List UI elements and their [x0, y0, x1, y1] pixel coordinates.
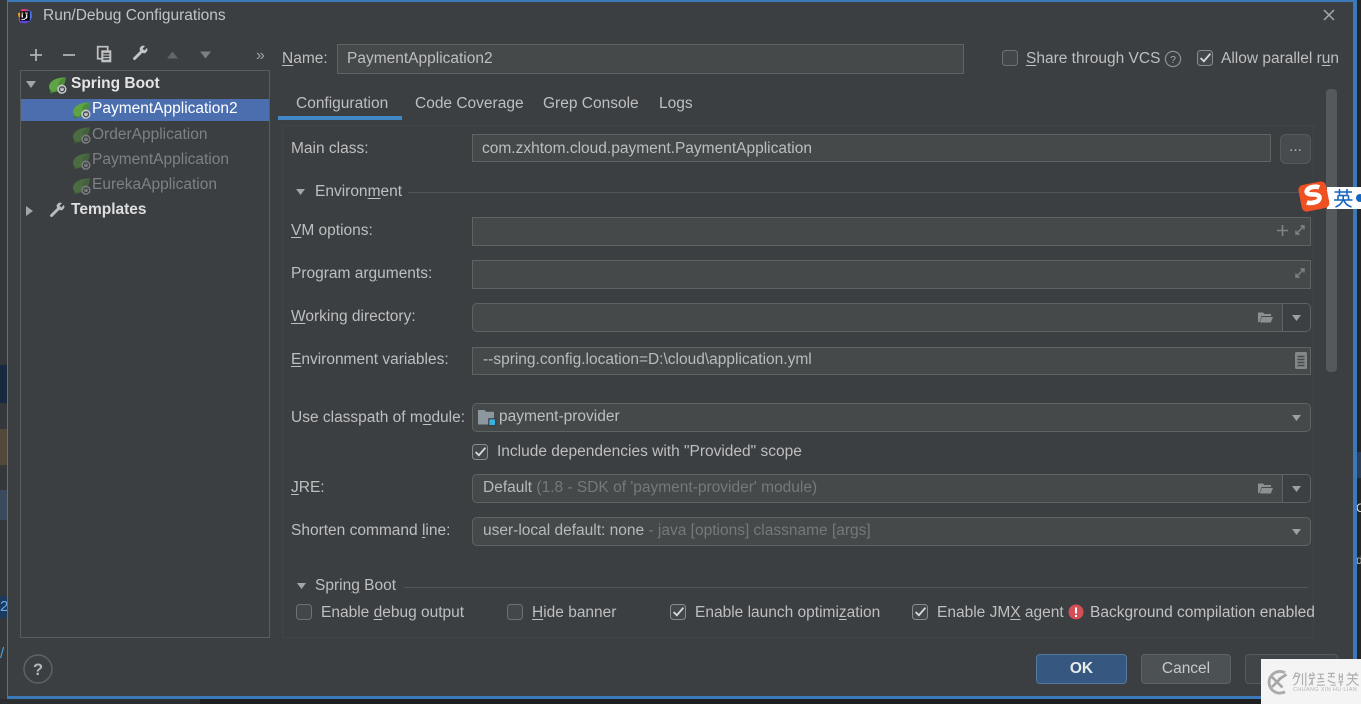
svg-text:?: ? — [1170, 54, 1176, 66]
svg-text:?: ? — [33, 661, 43, 679]
